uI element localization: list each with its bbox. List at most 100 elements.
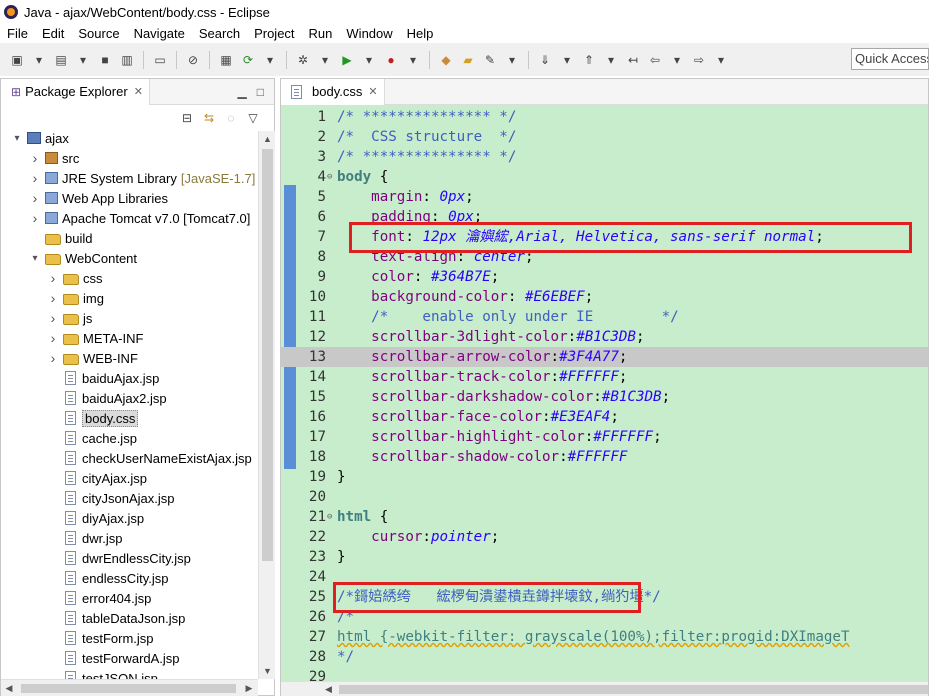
tree-item[interactable]: error404.jsp xyxy=(1,588,151,608)
scrollbar-thumb[interactable] xyxy=(262,149,273,561)
collapse-chevron-icon[interactable]: › xyxy=(47,310,59,326)
close-icon[interactable]: ✕ xyxy=(368,85,377,98)
save-all-icon[interactable]: ▥ xyxy=(118,51,136,69)
code-line[interactable]: 12 scrollbar-3dlight-color:#B1C3DB; xyxy=(281,327,928,347)
new-icon[interactable]: ▣ xyxy=(8,51,26,69)
dropdown-arrow-icon[interactable]: ▾ xyxy=(74,51,92,69)
code-line[interactable]: 20 xyxy=(281,487,928,507)
tree-item[interactable]: cityJsonAjax.jsp xyxy=(1,488,174,508)
code-line[interactable]: 14 scrollbar-track-color:#FFFFFF; xyxy=(281,367,928,387)
dropdown-arrow-icon[interactable]: ▾ xyxy=(668,51,686,69)
tree-item[interactable]: cityAjax.jsp xyxy=(1,468,147,488)
scroll-left-icon[interactable]: ◀ xyxy=(1,680,17,697)
code-editor[interactable]: 1 /* *************** */ 2 /* CSS structure … xyxy=(281,105,928,681)
menu-edit[interactable]: Edit xyxy=(35,24,71,43)
code-line[interactable]: 10 background-color: #E6EBEF; xyxy=(281,287,928,307)
collapse-chevron-icon[interactable]: › xyxy=(29,150,41,166)
last-edit-location-icon[interactable]: ↤ xyxy=(624,51,642,69)
tree-item[interactable]: › WEB-INF xyxy=(1,348,138,368)
tree-item[interactable]: › META-INF xyxy=(1,328,144,348)
close-icon[interactable]: ✕ xyxy=(134,85,143,98)
previous-annotation-icon[interactable]: ⇑ xyxy=(580,51,598,69)
tree-item[interactable]: body.css xyxy=(1,408,139,428)
menu-search[interactable]: Search xyxy=(192,24,247,43)
tree-item[interactable]: baiduAjax2.jsp xyxy=(1,388,167,408)
tree-item[interactable]: › Apache Tomcat v7.0 [Tomcat7.0] xyxy=(1,208,251,228)
code-line[interactable]: 19} xyxy=(281,467,928,487)
code-line[interactable]: 4 ⊖ body { xyxy=(281,167,928,187)
tree-item[interactable]: › js xyxy=(1,308,93,328)
explorer-vertical-scrollbar[interactable]: ▲ ▼ xyxy=(258,131,275,679)
server-icon[interactable]: ▦ xyxy=(217,51,235,69)
tree-item[interactable]: › css xyxy=(1,268,103,288)
dropdown-arrow-icon[interactable]: ▾ xyxy=(602,51,620,69)
tree-item[interactable]: dwr.jsp xyxy=(1,528,122,548)
tree-item[interactable]: › src xyxy=(1,148,80,168)
code-line[interactable]: 9 color: #364B7E; xyxy=(281,267,928,287)
menu-navigate[interactable]: Navigate xyxy=(127,24,192,43)
new-package-icon[interactable]: ◆ xyxy=(437,51,455,69)
maximize-icon[interactable]: □ xyxy=(257,85,264,99)
code-line[interactable]: 29 xyxy=(281,667,928,681)
menu-help[interactable]: Help xyxy=(400,24,441,43)
pencil-icon[interactable]: ✎ xyxy=(481,51,499,69)
collapse-chevron-icon[interactable]: › xyxy=(47,350,59,366)
code-line[interactable]: 26 /* xyxy=(281,607,928,627)
menu-source[interactable]: Source xyxy=(71,24,126,43)
code-line[interactable]: 24 xyxy=(281,567,928,587)
tree-item[interactable]: testForwardA.jsp xyxy=(1,648,180,668)
next-annotation-icon[interactable]: ⇓ xyxy=(536,51,554,69)
back-icon[interactable]: ⇦ xyxy=(646,51,664,69)
code-line[interactable]: 16 scrollbar-face-color:#E3EAF4; xyxy=(281,407,928,427)
tab-body-css[interactable]: body.css ✕ xyxy=(281,78,385,105)
tree-item[interactable]: › img xyxy=(1,288,104,308)
code-line[interactable]: 17 scrollbar-highlight-color:#FFFFFF; xyxy=(281,427,928,447)
tree-item[interactable]: endlessCity.jsp xyxy=(1,568,168,588)
fold-toggle-icon[interactable]: ⊖ xyxy=(327,507,332,527)
collapse-all-icon[interactable]: ⊟ xyxy=(178,109,196,127)
tab-package-explorer[interactable]: ⊞ Package Explorer ✕ xyxy=(1,78,150,105)
menu-run[interactable]: Run xyxy=(302,24,340,43)
scroll-up-icon[interactable]: ▲ xyxy=(259,131,276,147)
menu-file[interactable]: File xyxy=(0,24,35,43)
scroll-left-icon[interactable]: ◀ xyxy=(325,682,332,697)
tree-item[interactable]: tableDataJson.jsp xyxy=(1,608,185,628)
scroll-right-icon[interactable]: ▶ xyxy=(241,680,257,697)
dropdown-arrow-icon[interactable]: ▾ xyxy=(261,51,279,69)
collapse-chevron-icon[interactable]: › xyxy=(47,330,59,346)
scrollbar-thumb[interactable] xyxy=(339,685,928,694)
scrollbar-thumb[interactable] xyxy=(21,684,236,693)
code-line[interactable]: 27 html {-webkit-filter: grayscale(100%);… xyxy=(281,627,928,647)
tree-item[interactable]: ▾ ajax xyxy=(1,131,68,148)
dropdown-arrow-icon[interactable]: ▾ xyxy=(30,51,48,69)
skip-breakpoints-icon[interactable]: ⊘ xyxy=(184,51,202,69)
refresh-icon[interactable]: ⟳ xyxy=(239,51,257,69)
forward-icon[interactable]: ⇨ xyxy=(690,51,708,69)
code-line[interactable]: 1 /* *************** */ xyxy=(281,107,928,127)
code-line[interactable]: 25 /*鎶婄綉绔 綋椤甸潰鍙樻垚鐏拌壊鈫,绱犳壃*/ xyxy=(281,587,928,607)
collapse-chevron-icon[interactable]: › xyxy=(47,290,59,306)
code-line[interactable]: 22 cursor:pointer; xyxy=(281,527,928,547)
quick-access-input[interactable]: Quick Access xyxy=(851,48,929,70)
code-line[interactable]: 6 padding: 0px; xyxy=(281,207,928,227)
dropdown-arrow-icon[interactable]: ▾ xyxy=(360,51,378,69)
code-line[interactable]: 28 */ xyxy=(281,647,928,667)
tree-item[interactable]: cache.jsp xyxy=(1,428,137,448)
expand-chevron-icon[interactable]: ▾ xyxy=(11,133,23,144)
menu-project[interactable]: Project xyxy=(247,24,301,43)
debug-icon[interactable]: ✲ xyxy=(294,51,312,69)
code-line[interactable]: 7 font: 12px 瀹嬩綋,Arial, Helvetica, sans-… xyxy=(281,227,928,247)
collapse-chevron-icon[interactable]: › xyxy=(29,210,41,226)
console-icon[interactable]: ▭ xyxy=(151,51,169,69)
code-line[interactable]: 18 scrollbar-shadow-color:#FFFFFF xyxy=(281,447,928,467)
explorer-horizontal-scrollbar[interactable]: ◀ ▶ xyxy=(1,679,258,696)
tree-item[interactable]: build xyxy=(1,228,92,248)
save-icon[interactable]: ■ xyxy=(96,51,114,69)
run-icon[interactable]: ▶ xyxy=(338,51,356,69)
dropdown-arrow-icon[interactable]: ▾ xyxy=(558,51,576,69)
open-folder-icon[interactable]: ▰ xyxy=(459,51,477,69)
tree-item[interactable]: checkUserNameExistAjax.jsp xyxy=(1,448,252,468)
menu-window[interactable]: Window xyxy=(339,24,399,43)
tree-item[interactable]: › Web App Libraries xyxy=(1,188,168,208)
code-line[interactable]: 15 scrollbar-darkshadow-color:#B1C3DB; xyxy=(281,387,928,407)
